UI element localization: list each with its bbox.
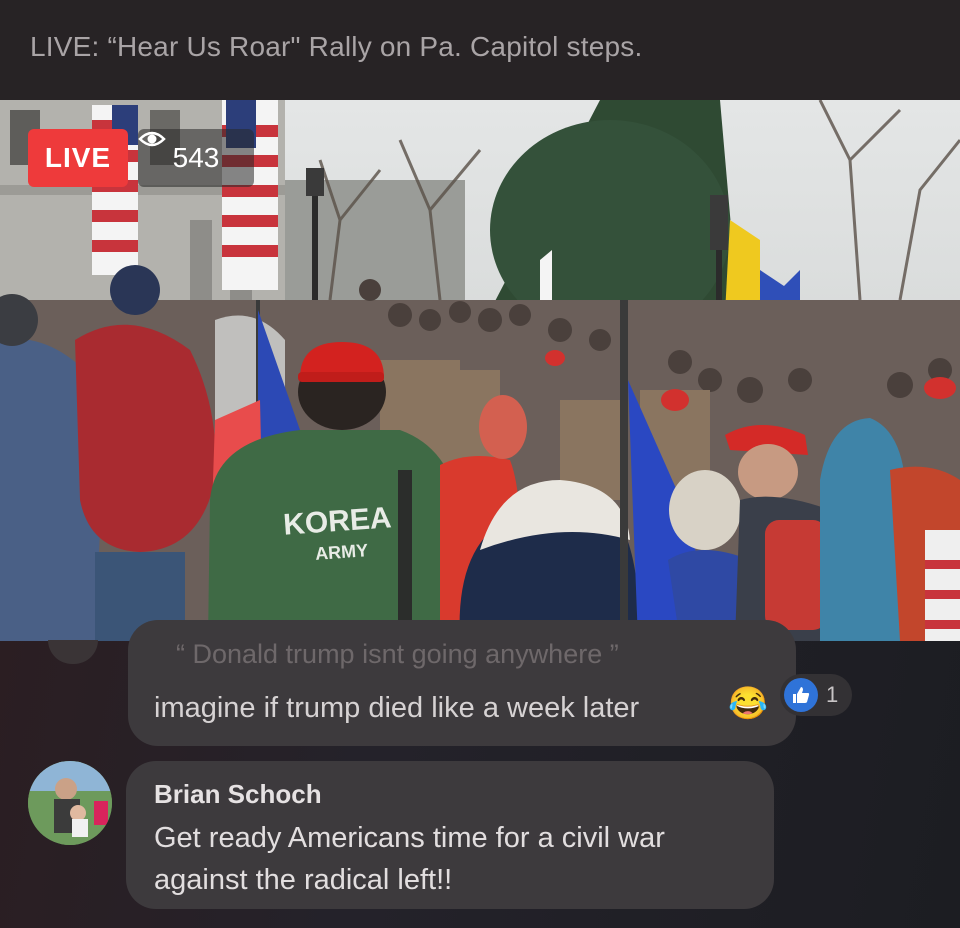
reaction-count: 1 xyxy=(826,682,839,707)
comment-bubble[interactable]: Brian Schoch Get ready Americans time fo… xyxy=(126,761,774,909)
viewer-count-badge: 543 xyxy=(138,129,254,187)
thumbs-up-icon xyxy=(784,678,818,712)
avatar[interactable] xyxy=(48,640,98,664)
live-badge: LIVE xyxy=(28,129,128,187)
comment-author[interactable]: Brian Schoch xyxy=(154,779,322,810)
video-player[interactable]: KOREA ARMY LIVE 543 xyxy=(0,100,960,641)
comment-text: imagine if trump died like a week later xyxy=(154,692,640,724)
viewer-count: 543 xyxy=(172,142,220,173)
eye-icon xyxy=(138,131,166,147)
video-title: LIVE: “Hear Us Roar" Rally on Pa. Capito… xyxy=(30,31,643,62)
title-bar: LIVE: “Hear Us Roar" Rally on Pa. Capito… xyxy=(0,0,960,100)
laughing-emoji-icon: 😂 xyxy=(728,685,768,721)
avatar[interactable] xyxy=(28,761,112,845)
quoted-text: “ Donald trump isnt going anywhere ” xyxy=(176,639,619,669)
jacket-text-army: ARMY xyxy=(314,540,368,564)
live-video-screen: LIVE: “Hear Us Roar" Rally on Pa. Capito… xyxy=(0,0,960,928)
comment-bubble[interactable]: “ Donald trump isnt going anywhere ” ima… xyxy=(128,620,796,746)
comment-text: Get ready Americans time for a civil war… xyxy=(154,822,665,896)
next-comment-partial xyxy=(150,914,157,928)
reaction-count-badge[interactable]: 1 xyxy=(780,674,853,716)
